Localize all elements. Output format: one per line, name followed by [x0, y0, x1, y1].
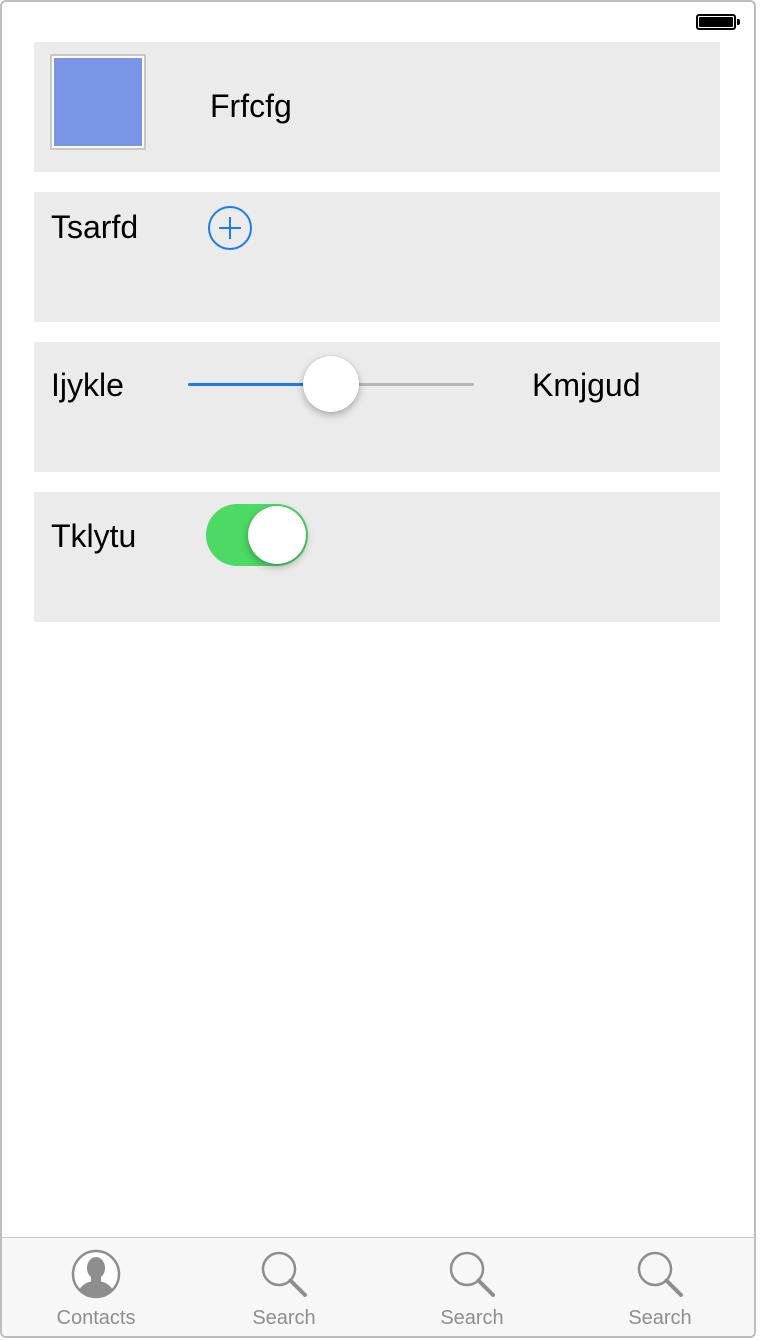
battery-icon [696, 14, 740, 30]
toggle-row: Tklytu [34, 492, 720, 622]
toggle-switch[interactable] [206, 504, 308, 566]
toggle-row-label: Tklytu [51, 518, 137, 554]
add-row-label: Tsarfd [51, 209, 139, 245]
slider-row: Ijykle Kmjgud [34, 342, 720, 472]
tab-contacts[interactable]: Contacts [2, 1238, 190, 1336]
tab-label: Search [440, 1307, 504, 1329]
color-swatch-fill [54, 58, 142, 146]
tab-search-3[interactable]: Search [566, 1238, 754, 1336]
color-row: Frfcfg [34, 42, 720, 172]
tab-label: Search [628, 1307, 692, 1329]
toggle-knob [248, 506, 306, 564]
app-screen: Frfcfg Tsarfd Ijykle Kmjgud Tklytu Conta… [0, 0, 756, 1338]
tab-label: Contacts [56, 1307, 136, 1329]
tab-label: Search [252, 1307, 316, 1329]
plus-circle-icon[interactable] [208, 206, 252, 250]
add-row: Tsarfd [34, 192, 720, 322]
search-icon [449, 1251, 495, 1297]
status-bar [2, 2, 754, 42]
color-row-label: Frfcfg [210, 88, 292, 124]
slider-thumb[interactable] [303, 356, 359, 412]
search-icon [261, 1251, 307, 1297]
search-icon [637, 1251, 683, 1297]
tab-search-1[interactable]: Search [190, 1238, 378, 1336]
slider-max-label: Kmjgud [532, 367, 641, 403]
tab-bar: Contacts Search Search Search [2, 1237, 754, 1336]
value-slider[interactable] [188, 356, 474, 412]
color-swatch[interactable] [50, 54, 146, 150]
slider-min-label: Ijykle [51, 367, 124, 403]
tab-search-2[interactable]: Search [378, 1238, 566, 1336]
contacts-icon [71, 1249, 121, 1299]
